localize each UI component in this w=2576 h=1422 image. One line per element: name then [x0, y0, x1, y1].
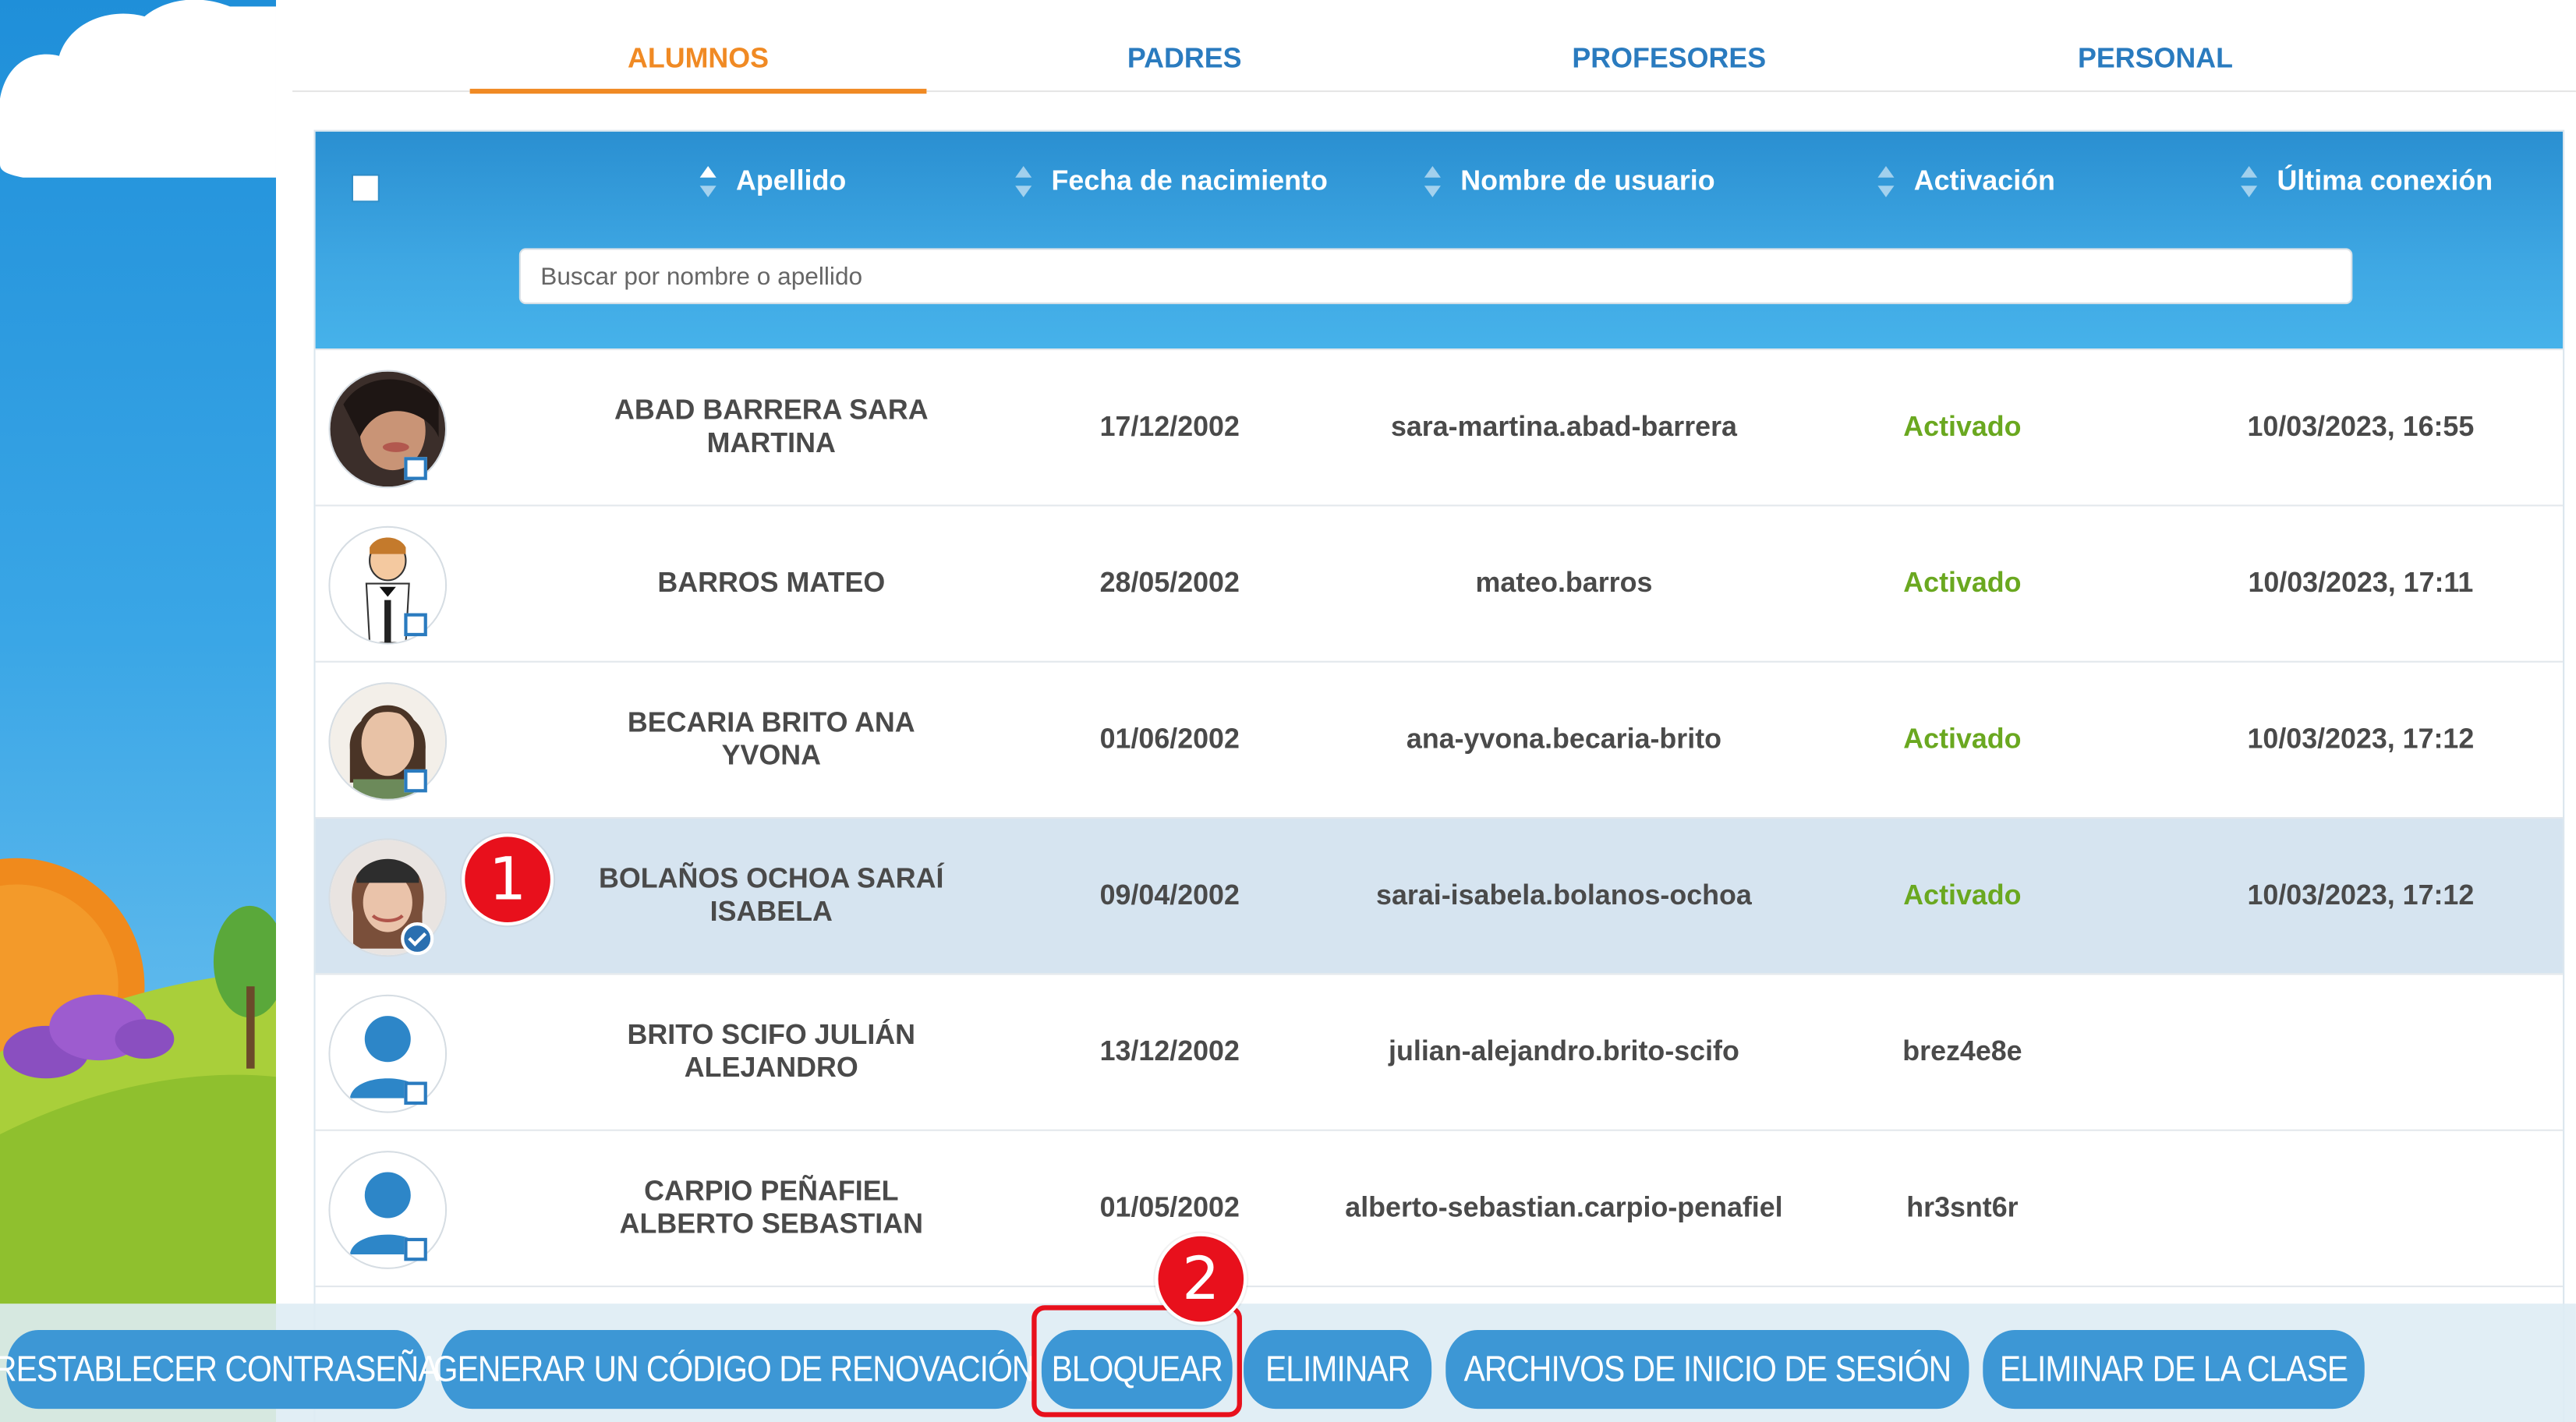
student-name: ABAD BARRERA SARA MARTINA — [614, 394, 929, 459]
table-row-selected[interactable]: BOLAÑOS OCHOA SARAÍ ISABELA 09/04/2002 s… — [315, 817, 2564, 974]
last-connection — [2196, 1131, 2525, 1286]
column-header-usuario[interactable]: Nombre de usuario — [1424, 164, 1715, 200]
row-checkbox[interactable] — [404, 769, 427, 793]
username: ana-yvona.becaria-brito — [1406, 723, 1722, 755]
birth-date: 01/06/2002 — [1099, 723, 1240, 755]
activation-status: Activado — [1903, 723, 2022, 755]
role-tabs: ALUMNOS PADRES PROFESORES PERSONAL — [292, 0, 2576, 94]
table-row[interactable]: CARPIO PEÑAFIEL ALBERTO SEBASTIAN 01/05/… — [315, 1129, 2564, 1286]
row-checkbox[interactable] — [404, 1237, 427, 1261]
table-row[interactable]: BARROS MATEO 28/05/2002 mateo.barros Act… — [315, 504, 2564, 661]
login-files-button[interactable]: ARCHIVOS DE INICIO DE SESIÓN — [1445, 1329, 1969, 1410]
students-table: Apellido Fecha de nacimiento Nombre de u… — [313, 129, 2565, 1422]
birth-date: 17/12/2002 — [1099, 411, 1240, 443]
sort-icon — [1424, 164, 1441, 200]
last-connection: 10/03/2023, 16:55 — [2247, 411, 2475, 443]
column-header-fecha[interactable]: Fecha de nacimiento — [1015, 164, 1328, 200]
search-input[interactable] — [518, 248, 2353, 305]
sort-icon — [2241, 164, 2258, 200]
activation-status: Activado — [1903, 879, 2022, 911]
callout-badge-2: 2 — [1155, 1233, 1247, 1325]
tab-alumnos[interactable]: ALUMNOS — [469, 43, 927, 94]
table-header: Apellido Fecha de nacimiento Nombre de u… — [315, 131, 2564, 349]
callout-badge-1: 1 — [462, 833, 554, 926]
birth-date: 28/05/2002 — [1099, 567, 1240, 599]
column-header-activacion[interactable]: Activación — [1877, 164, 2055, 200]
username: mateo.barros — [1475, 567, 1653, 599]
birth-date: 13/12/2002 — [1099, 1035, 1240, 1067]
username: alberto-sebastian.carpio-penafiel — [1345, 1191, 1783, 1223]
last-connection: 10/03/2023, 17:12 — [2247, 879, 2475, 911]
app-window: ALUMNOS PADRES PROFESORES PERSONAL Apell… — [0, 0, 2576, 1422]
activation-status: Activado — [1903, 411, 2022, 443]
row-checkbox[interactable] — [404, 613, 427, 637]
avatar[interactable] — [328, 370, 448, 489]
table-row[interactable]: BECARIA BRITO ANA YVONA 01/06/2002 ana-y… — [315, 660, 2564, 818]
column-header-apellido[interactable]: Apellido — [699, 164, 846, 200]
bulk-action-bar: RESTABLECER CONTRASEÑA GENERAR UN CÓDIGO… — [0, 1304, 2576, 1422]
delete-button[interactable]: ELIMINAR — [1244, 1329, 1432, 1410]
activation-code: brez4e8e — [1902, 1035, 2022, 1067]
column-header-ultima-conexion[interactable]: Última conexión — [2241, 164, 2493, 200]
tab-personal[interactable]: PERSONAL — [1972, 43, 2340, 89]
remove-from-class-button[interactable]: ELIMINAR DE LA CLASE — [1983, 1329, 2365, 1410]
last-connection: 10/03/2023, 17:12 — [2247, 723, 2475, 755]
tab-profesores[interactable]: PROFESORES — [1485, 43, 1853, 89]
tab-padres[interactable]: PADRES — [999, 43, 1370, 89]
select-all-checkbox[interactable] — [353, 175, 378, 201]
table-row[interactable]: BRITO SCIFO JULIÁN ALEJANDRO 13/12/2002 … — [315, 973, 2564, 1130]
default-user-icon[interactable] — [328, 994, 448, 1113]
sky-background — [0, 0, 276, 1422]
activation-status: Activado — [1903, 567, 2022, 599]
birth-date: 09/04/2002 — [1099, 879, 1240, 911]
last-connection: 10/03/2023, 17:11 — [2248, 567, 2474, 599]
last-connection — [2196, 975, 2525, 1129]
reset-password-button[interactable]: RESTABLECER CONTRASEÑA — [0, 1329, 439, 1410]
sort-icon — [1877, 164, 1895, 200]
student-name: BARROS MATEO — [657, 567, 886, 599]
activation-code: hr3snt6r — [1906, 1191, 2019, 1223]
student-name: BOLAÑOS OCHOA SARAÍ ISABELA — [599, 863, 944, 928]
row-checkbox-checked[interactable] — [401, 921, 434, 956]
student-name: BRITO SCIFO JULIÁN ALEJANDRO — [627, 1019, 916, 1084]
avatar[interactable] — [328, 525, 448, 645]
avatar[interactable] — [328, 682, 448, 801]
sort-icon — [1015, 164, 1032, 200]
student-name: CARPIO PEÑAFIEL ALBERTO SEBASTIAN — [619, 1175, 923, 1240]
username: sara-martina.abad-barrera — [1390, 411, 1737, 443]
username: julian-alejandro.brito-scifo — [1389, 1035, 1739, 1067]
table-row[interactable]: ABAD BARRERA SARA MARTINA 17/12/2002 sar… — [315, 348, 2564, 505]
landscape-illustration — [0, 0, 276, 1422]
username: sarai-isabela.bolanos-ochoa — [1376, 879, 1752, 911]
generate-renewal-code-button[interactable]: GENERAR UN CÓDIGO DE RENOVACIÓN — [433, 1329, 1035, 1410]
student-name: BECARIA BRITO ANA YVONA — [627, 706, 915, 771]
row-checkbox[interactable] — [404, 1081, 427, 1105]
default-user-icon[interactable] — [328, 1151, 448, 1269]
row-checkbox[interactable] — [404, 457, 427, 480]
sort-icon — [699, 164, 717, 200]
